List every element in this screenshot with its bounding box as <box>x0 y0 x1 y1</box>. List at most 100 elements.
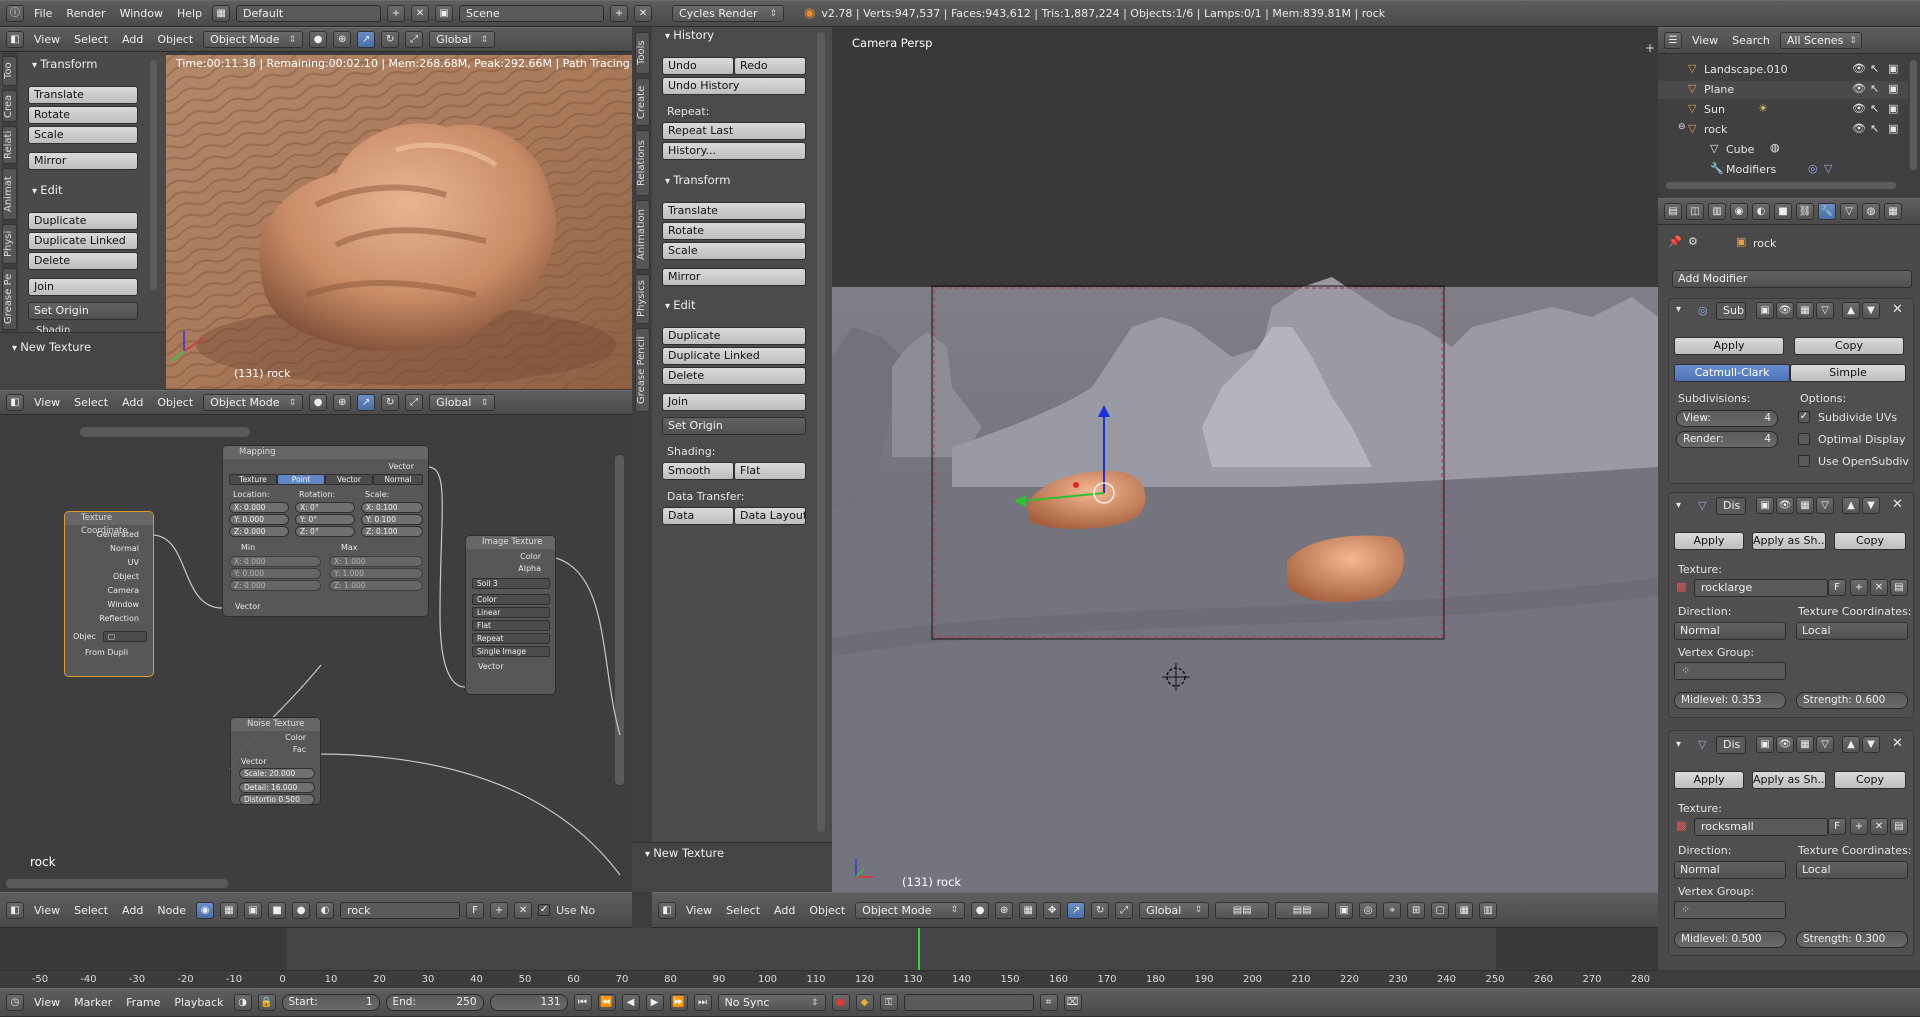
scene-field[interactable]: Scene <box>459 5 605 22</box>
opengl-render-icon[interactable]: ▦ <box>1455 901 1474 919</box>
new-texture-section[interactable]: New Texture <box>12 340 91 354</box>
object-shader-icon[interactable]: ■ <box>268 901 287 919</box>
proportional-edit-icon[interactable]: ◎ <box>1359 901 1378 919</box>
history-button[interactable]: History... <box>662 142 806 160</box>
main-manipulator-toggle-icon[interactable]: ✥ <box>1043 901 1062 919</box>
modifiers-tab-icon[interactable]: 🔧 <box>1818 203 1836 220</box>
shader-nodes-icon[interactable]: ◉ <box>196 901 215 919</box>
info-icon[interactable]: ⓘ <box>6 5 24 22</box>
insert-keyframe-icon[interactable]: ⌗ <box>1039 994 1058 1011</box>
redo-button[interactable]: Redo <box>734 57 806 75</box>
mid-new-texture-section[interactable]: New Texture <box>645 846 724 860</box>
visibility-eye-icon[interactable]: 👁 <box>1852 62 1866 75</box>
keying-set-icon[interactable]: ⚿ <box>879 994 898 1011</box>
node-editor-type-icon[interactable]: ◧ <box>6 901 24 919</box>
outliner-menu-view[interactable]: View <box>1688 34 1722 47</box>
repeat-last-button[interactable]: Repeat Last <box>662 122 806 140</box>
remove-screen-icon[interactable]: ✕ <box>411 5 430 22</box>
outliner-row-rock[interactable]: ⊖ ▽ rock 👁 ↖ ▣ <box>1658 121 1908 139</box>
midlevel-field-2[interactable]: Midlevel: 0.500 <box>1674 931 1786 948</box>
snap-icon[interactable]: ⌖ <box>1383 901 1402 919</box>
outliner-menu-search[interactable]: Search <box>1728 34 1774 47</box>
next-keyframe-icon[interactable]: ⏩ <box>669 994 688 1011</box>
texture-name-field[interactable]: rocklarge <box>1694 579 1828 597</box>
texture-coordinates-dropdown-2[interactable]: Local <box>1796 861 1908 879</box>
outliner-row-cube[interactable]: ▽ Cube ◍ <box>1658 141 1908 159</box>
mid-duplicate-button[interactable]: Duplicate <box>662 327 806 345</box>
move-down-icon[interactable]: ▼ <box>1862 736 1880 753</box>
render-levels-field[interactable]: Render: 4 <box>1676 431 1778 448</box>
tab-grease-pencil[interactable]: Grease Pe <box>2 268 17 330</box>
tab-tools[interactable]: Too <box>2 56 17 86</box>
main-menu-view[interactable]: View <box>682 904 716 917</box>
move-up-icon[interactable]: ▲ <box>1842 302 1860 319</box>
start-frame-field[interactable]: Start: 1 <box>281 994 380 1011</box>
main-layer-lock-icon[interactable]: ▦ <box>1019 901 1038 919</box>
timeline-menu-marker[interactable]: Marker <box>70 996 116 1009</box>
object-tab-icon[interactable]: ■ <box>1774 203 1792 220</box>
main-shading-icon[interactable]: ● <box>971 901 990 919</box>
manipulator-icon-2[interactable]: ↗ <box>357 394 376 411</box>
menu-file[interactable]: File <box>30 7 56 20</box>
rotation-z[interactable]: Z: 0° <box>295 526 355 537</box>
strength-field[interactable]: Strength: 0.600 <box>1796 692 1908 709</box>
screen-layout-icon[interactable]: ▦ <box>212 5 231 22</box>
editor-type-icon[interactable]: ◧ <box>6 31 24 48</box>
orientation-dropdown-2[interactable]: Global <box>429 394 496 411</box>
max-checkbox-label[interactable]: Max <box>341 543 358 552</box>
mid-rotate-button[interactable]: Rotate <box>662 222 806 240</box>
render-tab-icon[interactable]: ◫ <box>1686 203 1704 220</box>
sync-dropdown[interactable]: No Sync <box>717 994 826 1011</box>
mode-dropdown[interactable]: Object Mode <box>203 31 304 48</box>
noise-distortion[interactable]: Distortio 0.500 <box>239 794 315 804</box>
min-checkbox-label[interactable]: Min <box>241 543 255 552</box>
main-pivot-icon[interactable]: ⊕ <box>995 901 1014 919</box>
rotate-button[interactable]: Rotate <box>28 106 138 124</box>
move-up-icon[interactable]: ▲ <box>1842 736 1860 753</box>
outliner-h-scrollbar[interactable] <box>1666 182 1896 189</box>
subsurf-copy-button[interactable]: Copy <box>1794 337 1904 355</box>
playhead-indicator[interactable] <box>917 928 920 970</box>
layers-grid-1-icon[interactable]: ▤▤ <box>1215 901 1270 919</box>
menu-help[interactable]: Help <box>173 7 206 20</box>
displace-cage-icon[interactable]: ▽ <box>1816 497 1834 514</box>
mapping-type-point[interactable]: Point <box>277 474 325 485</box>
preview-range-icon[interactable]: ◑ <box>233 994 252 1011</box>
texture-checker-icon[interactable]: ▩ <box>1676 819 1686 832</box>
render-layers-tab-icon[interactable]: ▥ <box>1708 203 1726 220</box>
texture-browse-icon[interactable]: ▤ <box>1890 818 1908 835</box>
viewport-split-icon[interactable]: + <box>1645 41 1655 55</box>
history-section[interactable]: History <box>665 28 714 42</box>
timeline-area[interactable] <box>0 928 1658 970</box>
pin-icon[interactable]: 📌 <box>1668 235 1682 248</box>
vertex-group-field[interactable]: ⁘ <box>1674 662 1786 680</box>
mid-translate-button[interactable]: Translate <box>662 202 806 220</box>
view-levels-field[interactable]: View: 4 <box>1676 410 1778 427</box>
object-picker[interactable]: ▢ <box>103 631 147 642</box>
shading-icon-2[interactable]: ● <box>309 394 328 411</box>
mid-tab-physics[interactable]: Physics <box>635 274 650 324</box>
scale-button[interactable]: Scale <box>28 126 138 144</box>
location-y[interactable]: Y: 0.000 <box>229 514 289 525</box>
orientation-dropdown[interactable]: Global <box>429 31 496 48</box>
data-layout-button[interactable]: Data Layout <box>734 507 806 525</box>
noise-detail[interactable]: Detail: 16.000 <box>239 782 315 793</box>
layer-icon[interactable]: ▣ <box>1335 901 1354 919</box>
mid-edit-section[interactable]: Edit <box>665 298 695 312</box>
vertex-group-field-2[interactable]: ⁘ <box>1674 901 1786 919</box>
mid-tab-tools[interactable]: Tools <box>635 32 650 74</box>
menu-view-2[interactable]: View <box>30 396 64 409</box>
tool-shelf-scrollbar[interactable] <box>150 60 157 290</box>
menu-render[interactable]: Render <box>62 7 109 20</box>
select-arrow-icon[interactable]: ↖ <box>1870 82 1879 95</box>
render-camera-icon[interactable]: ▣ <box>1888 62 1898 75</box>
screen-layout-field[interactable]: Default <box>236 5 382 22</box>
displace-viewport-icon[interactable]: 👁 <box>1776 736 1794 753</box>
catmull-clark-button[interactable]: Catmull-Clark <box>1674 364 1790 382</box>
play-reverse-icon[interactable]: ◀ <box>621 994 640 1011</box>
translate-button[interactable]: Translate <box>28 86 138 104</box>
outliner-row-plane[interactable]: ▽ Plane 👁 ↖ ▣ <box>1658 81 1908 99</box>
lock-range-icon[interactable]: 🔒 <box>257 994 276 1011</box>
prev-keyframe-icon[interactable]: ⏪ <box>597 994 616 1011</box>
image-datablock[interactable]: Soil 3 <box>472 578 550 589</box>
